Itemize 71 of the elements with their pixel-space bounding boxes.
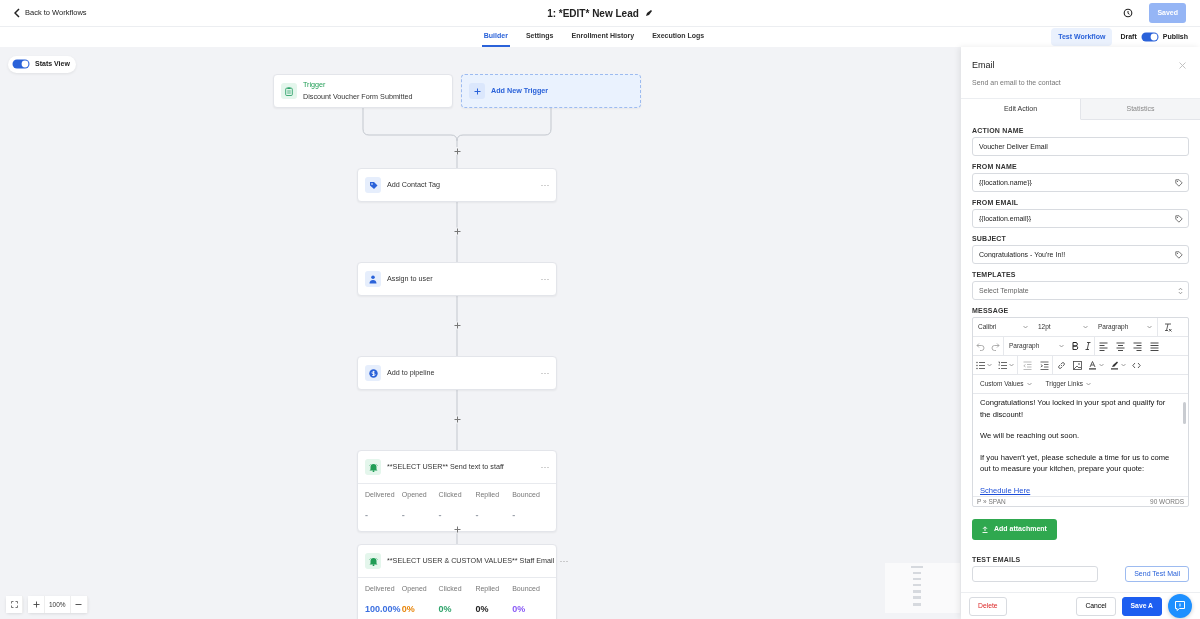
edit-pencil-icon[interactable] (644, 9, 653, 17)
highlight-icon (1110, 360, 1119, 370)
fit-view-button[interactable] (6, 596, 23, 613)
stat-value: - (512, 508, 516, 522)
align-center-icon (1116, 341, 1125, 351)
tag-outline-icon[interactable] (1175, 178, 1183, 187)
user-icon (368, 274, 378, 284)
caret-icon (1147, 325, 1152, 329)
bold-icon (1072, 342, 1079, 350)
test-email-field[interactable] (972, 565, 1098, 582)
stat-value: 100.00% (365, 602, 401, 616)
add-step-icon[interactable] (454, 416, 461, 423)
add-step-icon[interactable] (454, 147, 461, 155)
tag-outline-icon[interactable] (1175, 214, 1183, 223)
scrollbar-thumb[interactable] (1183, 402, 1186, 424)
add-step-icon[interactable] (454, 322, 461, 329)
history-icon[interactable] (1123, 8, 1134, 18)
updown-chevron-icon (1178, 286, 1183, 295)
caret-icon (1059, 344, 1064, 348)
zoom-in-button[interactable] (28, 596, 45, 613)
chat-icon (1174, 600, 1186, 612)
tag-outline-icon[interactable] (1175, 250, 1183, 259)
undo-icon (976, 341, 985, 351)
stat-value: - (365, 508, 368, 522)
chat-button[interactable] (1168, 594, 1192, 618)
workflow-title: 1: *EDIT* New Lead (547, 6, 639, 21)
link-icon (1057, 360, 1066, 370)
clear-format-icon (1163, 322, 1172, 332)
redo-icon (991, 341, 1000, 351)
dollar-coin-icon (368, 368, 378, 378)
back-chevron-icon (14, 8, 20, 18)
justify-icon (1150, 341, 1159, 351)
tag-icon (368, 180, 378, 190)
toggle-switch[interactable] (12, 59, 30, 70)
stat-value: - (401, 508, 405, 522)
expand-icon (10, 601, 18, 608)
bullet-list-icon (976, 360, 985, 370)
stat-value: 0% (475, 602, 489, 616)
caret-icon (1085, 382, 1091, 386)
publish-toggle[interactable] (1140, 32, 1159, 42)
stat-value: - (438, 508, 442, 522)
add-step-icon[interactable] (454, 228, 461, 235)
outdent-icon (1023, 360, 1032, 370)
minus-icon (75, 601, 83, 608)
image-icon (1073, 360, 1082, 370)
caret-icon (1023, 325, 1028, 329)
stat-value: - (475, 508, 479, 522)
text-color-icon (1088, 360, 1097, 370)
upload-icon (982, 525, 988, 533)
stat-value: 0% (401, 602, 415, 616)
caret-icon (1026, 382, 1032, 386)
align-left-icon (1099, 341, 1108, 351)
indent-icon (1040, 360, 1049, 370)
align-right-icon (1133, 341, 1142, 351)
panel-title: Email (972, 59, 995, 72)
bell-icon (368, 556, 378, 566)
caret-icon (1009, 363, 1014, 367)
caret-icon (1099, 363, 1104, 367)
plus-icon (473, 87, 481, 95)
clipboard-icon (285, 86, 293, 96)
caret-icon (1121, 363, 1126, 367)
bell-icon (368, 462, 378, 472)
code-icon (1132, 360, 1141, 370)
caret-icon (987, 363, 992, 367)
stat-value: 0% (438, 602, 452, 616)
caret-icon (1083, 325, 1088, 329)
add-step-icon[interactable] (454, 526, 461, 533)
stat-value: 0% (512, 602, 526, 616)
italic-icon (1085, 342, 1091, 350)
plus-icon (32, 601, 40, 608)
numbered-list-icon (998, 360, 1007, 370)
